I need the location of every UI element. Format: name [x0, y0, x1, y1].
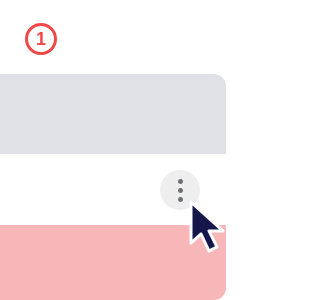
step-number: 1 [35, 29, 46, 49]
step-number-badge: 1 [25, 23, 57, 55]
tutorial-canvas: 1 [0, 0, 300, 300]
list-row-top [0, 74, 226, 154]
mouse-pointer-icon [189, 200, 225, 253]
more-vertical-icon-dot-2 [177, 187, 183, 193]
more-vertical-icon-dot-1 [177, 178, 183, 184]
more-vertical-icon-dot-3 [177, 196, 183, 202]
